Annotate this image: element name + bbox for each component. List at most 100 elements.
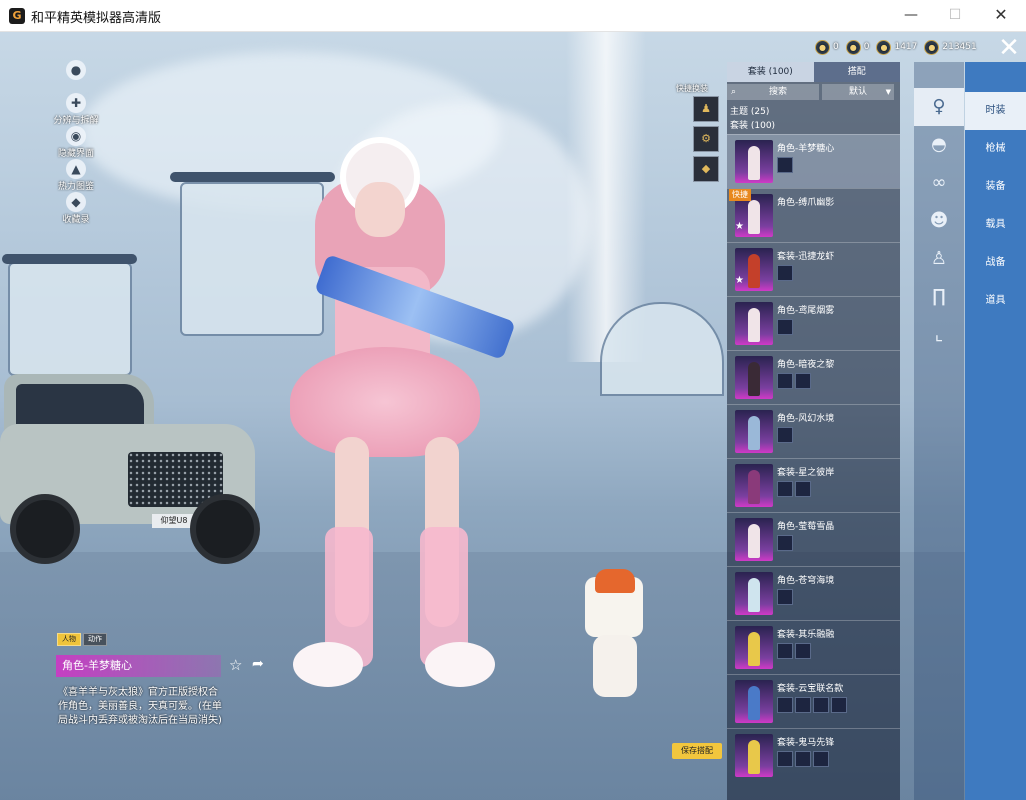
pants-icon[interactable]: ∏ [914, 278, 964, 316]
tab-weapons[interactable]: 枪械 [965, 130, 1026, 168]
mini-item-icon [795, 643, 811, 659]
tab-combat-supplies[interactable]: 战备 [965, 244, 1026, 282]
list-item[interactable]: 角色-暗夜之黎 [727, 350, 900, 404]
item-description: 《喜羊羊与灰太狼》官方正版授权合作角色，美丽善良，天真可爱。(在单局战斗内丢弃或… [58, 687, 222, 726]
mini-item-icon [777, 481, 793, 497]
car-wheel [10, 494, 80, 564]
list-item[interactable]: 角色-莹莓雪晶 [727, 512, 900, 566]
token-icon: ● [815, 39, 830, 55]
window-title: 和平精英模拟器高清版 [31, 11, 162, 26]
item-name: 角色-缚爪幽影 [777, 198, 835, 208]
mini-item-icon [777, 751, 793, 767]
eye-icon: ◉ [66, 126, 86, 146]
item-name: 套装-迅捷龙虾 [777, 252, 835, 262]
item-thumbnail [735, 734, 773, 777]
share-icon[interactable]: ➦ [252, 656, 264, 672]
item-thumbnail [735, 464, 773, 507]
character-shoe [293, 642, 363, 687]
item-name: 角色-鸢尾烟雾 [777, 306, 835, 316]
user-icon: ● [66, 60, 86, 80]
left-menu-item[interactable]: ◉ 隐藏界面 [46, 126, 106, 159]
quick-slot[interactable]: ⚙ [693, 126, 719, 152]
item-name: 角色-风幻水境 [777, 414, 835, 424]
list-item[interactable]: 角色-苍穹海境 [727, 566, 900, 620]
star-icon: ★ [735, 275, 744, 286]
mini-item-icon [777, 535, 793, 551]
theme-category[interactable]: 主题 (25) [730, 104, 769, 117]
list-item[interactable]: 套装-鬼马先锋 [727, 728, 900, 782]
sort-select[interactable]: 默认 ▼ [822, 84, 894, 100]
close-wardrobe-button[interactable]: ✕ [992, 33, 1026, 63]
pet-companion[interactable] [585, 569, 645, 707]
list-item[interactable]: 角色-羊梦糖心 [727, 134, 900, 188]
suit-category[interactable]: 套装 (100) [730, 118, 775, 131]
tab-fashion[interactable]: 时装 [965, 92, 1026, 130]
tab-props[interactable]: 道具 [965, 282, 1026, 320]
currency-item[interactable]: ● 0 [845, 39, 869, 55]
hat-icon[interactable]: ◓ [914, 126, 964, 164]
item-name: 角色-莹莓雪晶 [777, 522, 835, 532]
list-item[interactable]: 角色-风幻水境 [727, 404, 900, 458]
mini-item-icon [777, 697, 793, 713]
currency-item[interactable]: ● 1417 [876, 39, 917, 55]
list-item[interactable]: 套装-星之彼岸 [727, 458, 900, 512]
list-item[interactable]: 套装-云宝联名款 [727, 674, 900, 728]
currency-item[interactable]: ● 0 [815, 39, 839, 55]
tab-suits[interactable]: 套装 (100) [727, 62, 814, 82]
garden-wall [8, 262, 132, 376]
minimize-button[interactable]: — [896, 5, 926, 25]
left-menu-item[interactable]: ✚ 分辨与拆解 [46, 93, 106, 126]
currency-item[interactable]: ● 213451 [924, 39, 977, 55]
outfit-icon[interactable]: ♙ [914, 240, 964, 278]
tab-equipment[interactable]: 装备 [965, 168, 1026, 206]
mini-item-icon [777, 427, 793, 443]
list-item[interactable]: ★ 套装-迅捷龙虾 [727, 242, 900, 296]
character-icon[interactable]: ♀ [914, 88, 964, 126]
mini-item-icon [777, 643, 793, 659]
gold-coin-icon: ● [924, 39, 940, 55]
item-name: 角色-苍穹海境 [777, 576, 835, 586]
item-thumbnail [735, 302, 773, 345]
list-item[interactable]: 快捷 ★ 角色-缚爪幽影 [727, 188, 900, 242]
shoes-icon[interactable]: ⌞ [914, 316, 964, 354]
character-model[interactable] [255, 137, 516, 722]
item-thumbnail [735, 680, 773, 723]
quick-slot[interactable]: ♟ [693, 96, 719, 122]
pet-body [593, 635, 637, 697]
save-outfit-button[interactable]: 保存搭配 [672, 743, 722, 759]
tag-action: 动作 [83, 633, 107, 646]
favorite-icon[interactable]: ☆ [229, 656, 242, 674]
left-menu-item[interactable]: ● [46, 60, 106, 93]
item-thumbnail [735, 572, 773, 615]
chevron-down-icon: ▼ [885, 88, 891, 96]
tab-matching[interactable]: 搭配 [813, 62, 900, 82]
app-logo-icon: G [9, 8, 25, 24]
selected-item-name: 角色-羊梦糖心 [56, 655, 221, 677]
mask-icon[interactable]: ☻ [914, 202, 964, 240]
coin-icon: ● [876, 39, 892, 55]
tab-vehicles[interactable]: 载具 [965, 206, 1026, 244]
vehicle-car[interactable]: 仰望U8 [0, 374, 260, 564]
left-menu-label: 隐藏界面 [57, 149, 94, 159]
list-item[interactable]: 套装-其乐融融 [727, 620, 900, 674]
car-wheel [190, 494, 260, 564]
glasses-icon[interactable]: ∞ [914, 164, 964, 202]
mini-item-icon [795, 697, 811, 713]
quick-tag: 快捷 [729, 189, 751, 201]
character-shoe [425, 642, 495, 687]
search-icon: ⌕ [731, 87, 737, 97]
game-stage: 仰望U8 ● ✚ 分辨与拆解 ◉ 隐藏界面 ▲ 热力图鉴 ◆ 收藏录 ● 0 ●… [0, 32, 1026, 800]
list-item[interactable]: 角色-鸢尾烟雾 [727, 296, 900, 350]
search-input[interactable]: ⌕ 搜索 [727, 84, 819, 100]
maximize-button[interactable]: ☐ [940, 5, 970, 25]
mini-item-icon [777, 373, 793, 389]
slot-icon-bar: ♀ ◓ ∞ ☻ ♙ ∏ ⌞ [914, 62, 964, 800]
item-thumbnail [735, 356, 773, 399]
left-menu-item[interactable]: ◆ 收藏录 [46, 192, 106, 225]
close-window-button[interactable]: ✕ [986, 5, 1016, 25]
left-menu-item[interactable]: ▲ 热力图鉴 [46, 159, 106, 192]
currency-bar: ● 0 ● 0 ● 1417 ● 213451 [815, 38, 977, 56]
character-face [355, 182, 405, 237]
mini-item-icon [777, 589, 793, 605]
quick-slot[interactable]: ◆ [693, 156, 719, 182]
